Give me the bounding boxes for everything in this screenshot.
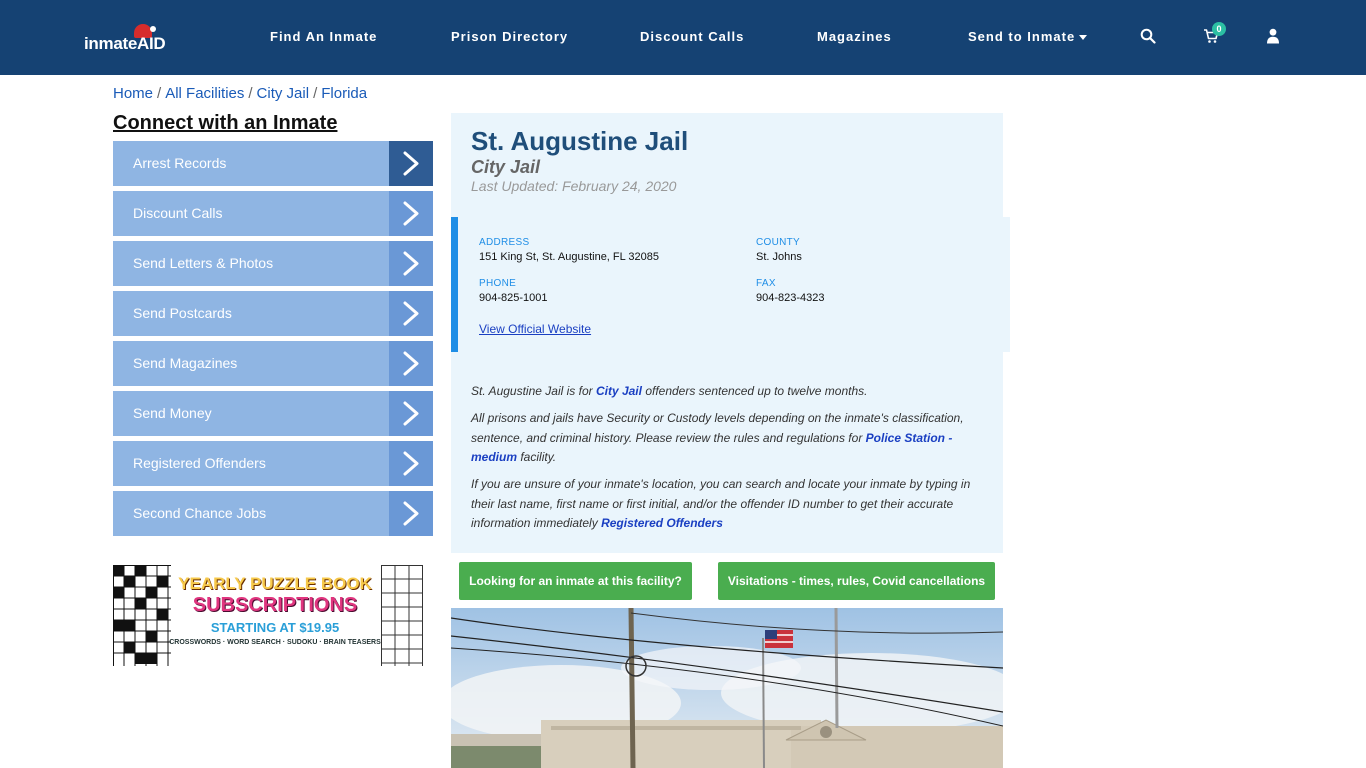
address-label: ADDRESS (479, 237, 530, 248)
sidebar-item-label: Send Postcards (133, 305, 232, 321)
breadcrumb-florida[interactable]: Florida (321, 85, 367, 102)
nav-find-an-inmate[interactable]: Find An Inmate (270, 29, 377, 44)
facility-photo (451, 608, 1003, 768)
nav-discount-calls[interactable]: Discount Calls (640, 29, 744, 44)
sidebar-item-label: Send Magazines (133, 355, 238, 371)
chevron-right-icon (389, 191, 433, 236)
sidebar-item-send-letters-photos[interactable]: Send Letters & Photos (113, 241, 433, 286)
sidebar-item-send-postcards[interactable]: Send Postcards (113, 291, 433, 336)
chevron-right-icon (389, 291, 433, 336)
sidebar-item-label: Send Letters & Photos (133, 255, 274, 271)
breadcrumb-separator: / (157, 85, 162, 102)
nav-send-to-inmate[interactable]: Send to Inmate (968, 29, 1088, 44)
last-updated: Last Updated: February 24, 2020 (471, 178, 677, 194)
breadcrumb-separator: / (248, 85, 253, 102)
chevron-right-icon (389, 141, 433, 186)
facility-name: St. Augustine Jail (471, 126, 689, 156)
phone-label: PHONE (479, 278, 517, 289)
sidebar-item-discount-calls[interactable]: Discount Calls (113, 191, 433, 236)
official-website-link[interactable]: View Official Website (479, 322, 591, 336)
facility-details-panel: St. Augustine Jail City Jail Last Update… (451, 113, 1010, 553)
inmate-search-button[interactable]: Looking for an inmate at this facility? (459, 562, 692, 600)
county-value: St. Johns (756, 251, 802, 263)
breadcrumb: Home / All Facilities / City Jail / Florida (113, 85, 367, 102)
phone-value[interactable]: 904-825-1001 (479, 292, 548, 304)
breadcrumb-city-jail[interactable]: City Jail (257, 85, 310, 102)
ad-tagline: CROSSWORDS · WORD SEARCH · SUDOKU · BRAI… (169, 639, 381, 646)
sidebar-item-registered-offenders[interactable]: Registered Offenders (113, 441, 433, 486)
county-label: COUNTY (756, 237, 801, 248)
site-logo[interactable]: inmateAID (84, 24, 184, 54)
sidebar-item-send-magazines[interactable]: Send Magazines (113, 341, 433, 386)
ad-price: STARTING AT $19.95 (210, 620, 340, 635)
nav-magazines[interactable]: Magazines (817, 29, 892, 44)
sidebar-item-arrest-records[interactable]: Arrest Records (113, 141, 433, 186)
fax-value: 904-823-4323 (756, 292, 825, 304)
user-icon[interactable] (1266, 28, 1284, 46)
visitations-button[interactable]: Visitations - times, rules, Covid cancel… (718, 562, 995, 600)
chevron-right-icon (389, 491, 433, 536)
desc-text: offenders sentenced up to twelve months. (641, 384, 868, 398)
desc-text: St. Augustine Jail is for (471, 384, 596, 398)
sidebar-item-label: Send Money (133, 405, 212, 421)
sidebar-item-label: Discount Calls (133, 205, 223, 221)
crossword-grid-graphic (113, 565, 171, 666)
chevron-right-icon (389, 441, 433, 486)
breadcrumb-separator: / (313, 85, 318, 102)
search-icon[interactable] (1140, 28, 1158, 46)
sidebar-menu: Arrest Records Discount Calls Send Letters… (113, 141, 433, 541)
sidebar-item-label: Arrest Records (133, 155, 227, 171)
description-paragraph-3: If you are unsure of your inmate's locat… (471, 475, 981, 534)
breadcrumb-home[interactable]: Home (113, 85, 153, 102)
ad-subheadline: SUBSCRIPTIONS (192, 594, 358, 616)
connect-with-inmate-heading: Connect with an Inmate (113, 112, 338, 134)
nav-prison-directory[interactable]: Prison Directory (451, 29, 568, 44)
description-paragraph-1: St. Augustine Jail is for City Jail offe… (471, 382, 981, 402)
sidebar-item-label: Second Chance Jobs (133, 505, 267, 521)
address-value: 151 King St, St. Augustine, FL 32085 (479, 251, 659, 263)
ad-headline: YEARLY PUZZLE BOOK (178, 574, 372, 593)
facility-type: City Jail (471, 157, 541, 177)
breadcrumb-all-facilities[interactable]: All Facilities (165, 85, 244, 102)
registered-offenders-link[interactable]: Registered Offenders (601, 516, 723, 530)
chevron-right-icon (389, 341, 433, 386)
nav-send-to-inmate-label: Send to Inmate (968, 29, 1076, 44)
desc-text: facility. (517, 450, 557, 464)
cart-count-badge: 0 (1212, 22, 1226, 36)
city-jail-link[interactable]: City Jail (596, 384, 642, 398)
facility-contact-card: ADDRESS 151 King St, St. Augustine, FL 3… (451, 217, 1010, 352)
top-navigation-bar: inmateAID Find An Inmate Prison Director… (0, 0, 1366, 75)
sudoku-grid-graphic (381, 565, 423, 666)
sidebar-item-second-chance-jobs[interactable]: Second Chance Jobs (113, 491, 433, 536)
logo-text: inmateAID (84, 34, 166, 53)
chevron-down-icon (1079, 35, 1088, 41)
sidebar-item-label: Registered Offenders (133, 455, 266, 471)
santa-hat-pompom (150, 26, 156, 32)
fax-label: FAX (756, 278, 776, 289)
description-paragraph-2: All prisons and jails have Security or C… (471, 409, 981, 468)
sidebar-item-send-money[interactable]: Send Money (113, 391, 433, 436)
chevron-right-icon (389, 391, 433, 436)
puzzle-book-ad-banner[interactable]: YEARLY PUZZLE BOOK SUBSCRIPTIONS STARTIN… (113, 565, 423, 666)
chevron-right-icon (389, 241, 433, 286)
